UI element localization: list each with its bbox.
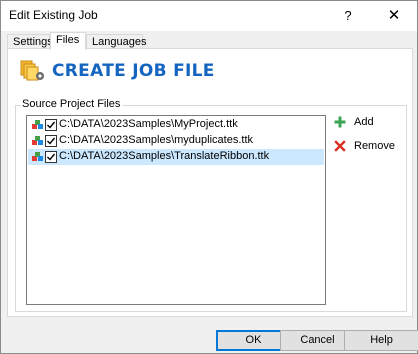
window-title: Edit Existing Job	[9, 8, 98, 22]
list-item[interactable]: C:\DATA\2023Samples\myduplicates.ttk	[28, 133, 324, 149]
project-file-icon	[32, 120, 43, 129]
list-item-selected[interactable]: C:\DATA\2023Samples\TranslateRibbon.ttk	[28, 149, 324, 165]
tab-files[interactable]: Files	[50, 32, 86, 50]
file-path-label: C:\DATA\2023Samples\MyProject.ttk	[59, 118, 238, 130]
file-checkbox[interactable]	[45, 135, 57, 147]
file-checkbox[interactable]	[45, 119, 57, 131]
add-label: Add	[354, 116, 374, 128]
files-tab-panel: CREATE JOB FILE Source Project Files C:\…	[7, 48, 413, 317]
file-path-label: C:\DATA\2023Samples\TranslateRibbon.ttk	[59, 150, 270, 162]
project-file-icon	[32, 152, 43, 161]
plus-icon	[334, 116, 346, 128]
create-job-file-icon	[20, 60, 44, 81]
source-files-group-label: Source Project Files	[20, 98, 123, 110]
help-titlebar-button[interactable]: ?	[325, 1, 371, 31]
remove-button[interactable]: Remove	[334, 139, 395, 155]
source-files-group: Source Project Files C:\DATA\2023Samples…	[15, 98, 407, 312]
file-checkbox[interactable]	[45, 151, 57, 163]
file-path-label: C:\DATA\2023Samples\myduplicates.ttk	[59, 134, 254, 146]
banner-title: CREATE JOB FILE	[52, 61, 215, 81]
tab-settings[interactable]: Settings	[7, 34, 53, 49]
remove-label: Remove	[354, 140, 395, 152]
title-bar: Edit Existing Job ? ✕	[1, 1, 417, 31]
close-button[interactable]: ✕	[371, 1, 417, 31]
tab-languages[interactable]: Languages	[86, 34, 146, 49]
remove-x-icon	[334, 140, 346, 152]
add-button[interactable]: Add	[334, 115, 374, 131]
help-button[interactable]: Help	[344, 330, 418, 351]
project-file-icon	[32, 136, 43, 145]
edit-job-dialog: Edit Existing Job ? ✕ Settings Files Lan…	[0, 0, 418, 354]
list-item[interactable]: C:\DATA\2023Samples\MyProject.ttk	[28, 117, 324, 133]
source-files-list[interactable]: C:\DATA\2023Samples\MyProject.ttk C:\DAT…	[26, 115, 326, 305]
